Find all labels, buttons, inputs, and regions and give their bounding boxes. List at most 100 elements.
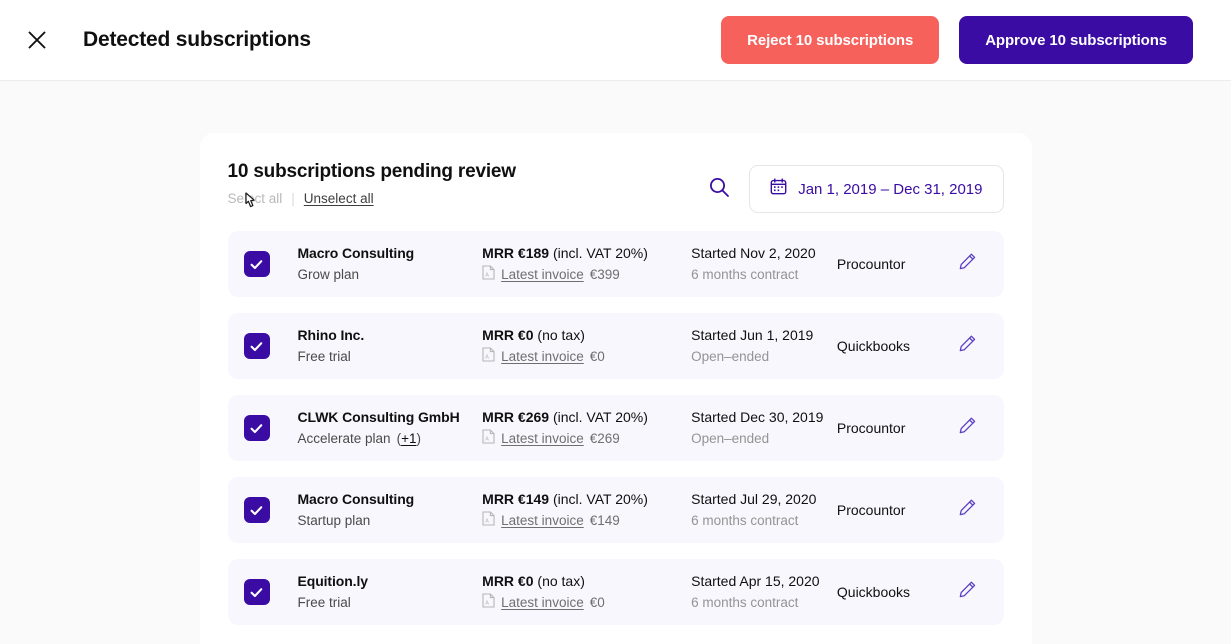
tax-note: (incl. VAT 20%) xyxy=(552,244,648,261)
approve-subscriptions-button[interactable]: Approve 10 subscriptions xyxy=(959,16,1193,64)
invoice-row: A Latest invoice €0 xyxy=(482,592,691,614)
selection-separator: | xyxy=(291,191,295,206)
page-body: 10 subscriptions pending review Select a… xyxy=(0,81,1231,644)
contract-term: Open–ended xyxy=(691,349,770,364)
edit-button[interactable] xyxy=(954,332,982,360)
pencil-icon xyxy=(958,416,977,440)
subscriptions-card: 10 subscriptions pending review Select a… xyxy=(199,133,1032,644)
date-cell: Started Jun 1, 2019 Open–ended xyxy=(691,325,837,367)
row-checkbox[interactable] xyxy=(243,579,270,605)
row-checkbox[interactable] xyxy=(243,415,270,441)
mrr-cell: MRR €0 (no tax) A Latest invoice €0 xyxy=(482,325,691,368)
card-header-right: Jan 1, 2019 – Dec 31, 2019 xyxy=(705,159,1004,213)
close-button[interactable] xyxy=(20,23,54,57)
plan-label: Accelerate plan xyxy=(297,431,391,446)
select-all-link[interactable]: Select all xyxy=(228,191,283,206)
invoice-row: A Latest invoice €269 xyxy=(482,428,691,450)
unselect-all-link[interactable]: Unselect all xyxy=(304,191,374,206)
date-cell: Started Nov 2, 2020 6 months contract xyxy=(691,243,837,285)
mrr-value: MRR €0 xyxy=(482,572,534,589)
page-title: Detected subscriptions xyxy=(83,28,311,51)
provider-cell: Quickbooks xyxy=(837,336,954,356)
tax-note: (no tax) xyxy=(537,572,585,589)
start-date: Started Nov 2, 2020 xyxy=(691,245,816,261)
pdf-icon: A xyxy=(482,264,495,286)
pencil-icon xyxy=(958,580,977,604)
provider-cell: Procountor xyxy=(837,418,954,438)
latest-invoice-link[interactable]: Latest invoice xyxy=(501,511,584,531)
contract-term: Open–ended xyxy=(691,431,770,446)
mrr-cell: MRR €269 (incl. VAT 20%) A Latest invoic… xyxy=(482,407,691,450)
tax-note: (incl. VAT 20%) xyxy=(552,490,648,507)
card-header-left: 10 subscriptions pending review Select a… xyxy=(228,159,516,208)
svg-text:A: A xyxy=(485,600,489,606)
table-row[interactable]: Rhino Inc. Free trial MRR €0 (no tax) A … xyxy=(227,313,1004,379)
table-row[interactable]: Equition.ly Free trial MRR €0 (no tax) A… xyxy=(227,559,1004,625)
mrr-value: MRR €149 xyxy=(482,490,550,507)
date-cell: Started Apr 15, 2020 6 months contract xyxy=(691,571,837,613)
selection-controls: Select all | Unselect all xyxy=(228,191,516,208)
mrr-cell: MRR €0 (no tax) A Latest invoice €0 xyxy=(482,571,691,614)
plan-extra-link[interactable]: +1 xyxy=(401,431,416,446)
provider-name: Procountor xyxy=(836,420,906,436)
company-name: Rhino Inc. xyxy=(297,327,365,343)
company-cell: CLWK Consulting GmbH Accelerate plan (+1) xyxy=(298,407,483,449)
provider-name: Quickbooks xyxy=(836,338,911,354)
start-date: Started Jul 29, 2020 xyxy=(691,491,817,507)
svg-text:A: A xyxy=(485,436,489,442)
edit-button[interactable] xyxy=(954,250,982,278)
provider-cell: Quickbooks xyxy=(837,582,954,602)
reject-subscriptions-button[interactable]: Reject 10 subscriptions xyxy=(721,16,940,64)
plan-label: Free trial xyxy=(297,595,351,610)
plan-label: Free trial xyxy=(297,349,351,364)
invoice-amount: €0 xyxy=(589,595,605,610)
edit-button[interactable] xyxy=(954,578,982,606)
search-icon xyxy=(707,175,731,204)
invoice-row: A Latest invoice €0 xyxy=(482,346,691,368)
pencil-icon xyxy=(958,252,977,276)
invoice-amount: €149 xyxy=(589,513,620,528)
invoice-row: A Latest invoice €399 xyxy=(482,264,691,286)
pdf-icon: A xyxy=(482,510,495,532)
row-checkbox[interactable] xyxy=(243,333,270,359)
pencil-icon xyxy=(958,334,977,358)
edit-button[interactable] xyxy=(954,414,982,442)
plan-name: Startup plan xyxy=(298,511,483,531)
company-name: Equition.ly xyxy=(297,573,369,589)
table-row[interactable]: Macro Consulting Grow plan MRR €189 (inc… xyxy=(227,231,1004,297)
edit-button[interactable] xyxy=(954,496,982,524)
start-date: Started Dec 30, 2019 xyxy=(691,409,824,425)
calendar-icon xyxy=(770,178,787,200)
plan-name: Free trial xyxy=(298,347,483,367)
latest-invoice-link[interactable]: Latest invoice xyxy=(501,593,584,613)
mrr-cell: MRR €149 (incl. VAT 20%) A Latest invoic… xyxy=(482,489,691,532)
header-actions: Reject 10 subscriptions Approve 10 subsc… xyxy=(721,16,1193,64)
company-cell: Macro Consulting Startup plan xyxy=(298,489,483,531)
latest-invoice-link[interactable]: Latest invoice xyxy=(501,429,584,449)
date-range-picker[interactable]: Jan 1, 2019 – Dec 31, 2019 xyxy=(749,165,1004,213)
row-checkbox[interactable] xyxy=(243,251,270,277)
search-button[interactable] xyxy=(705,175,733,203)
table-row[interactable]: Macro Consulting Startup plan MRR €149 (… xyxy=(227,477,1004,543)
pdf-icon: A xyxy=(482,346,495,368)
row-checkbox[interactable] xyxy=(243,497,270,523)
contract-term: 6 months contract xyxy=(691,267,799,282)
start-date: Started Jun 1, 2019 xyxy=(691,327,814,343)
plan-name: Accelerate plan (+1) xyxy=(298,429,483,449)
date-cell: Started Dec 30, 2019 Open–ended xyxy=(691,407,837,449)
table-row[interactable]: CLWK Consulting GmbH Accelerate plan (+1)… xyxy=(227,395,1004,461)
svg-text:A: A xyxy=(485,518,489,524)
mrr-value: MRR €189 xyxy=(482,244,550,261)
provider-name: Procountor xyxy=(836,502,906,518)
svg-text:A: A xyxy=(485,272,489,278)
invoice-amount: €399 xyxy=(589,267,620,282)
plan-label: Startup plan xyxy=(297,513,371,528)
latest-invoice-link[interactable]: Latest invoice xyxy=(501,347,584,367)
tax-note: (no tax) xyxy=(537,326,585,343)
subscriptions-list: Macro Consulting Grow plan MRR €189 (inc… xyxy=(227,231,1004,625)
date-cell: Started Jul 29, 2020 6 months contract xyxy=(691,489,837,531)
pdf-icon: A xyxy=(482,592,495,614)
mrr-value: MRR €269 xyxy=(482,408,550,425)
latest-invoice-link[interactable]: Latest invoice xyxy=(501,265,584,285)
invoice-amount: €0 xyxy=(589,349,605,364)
